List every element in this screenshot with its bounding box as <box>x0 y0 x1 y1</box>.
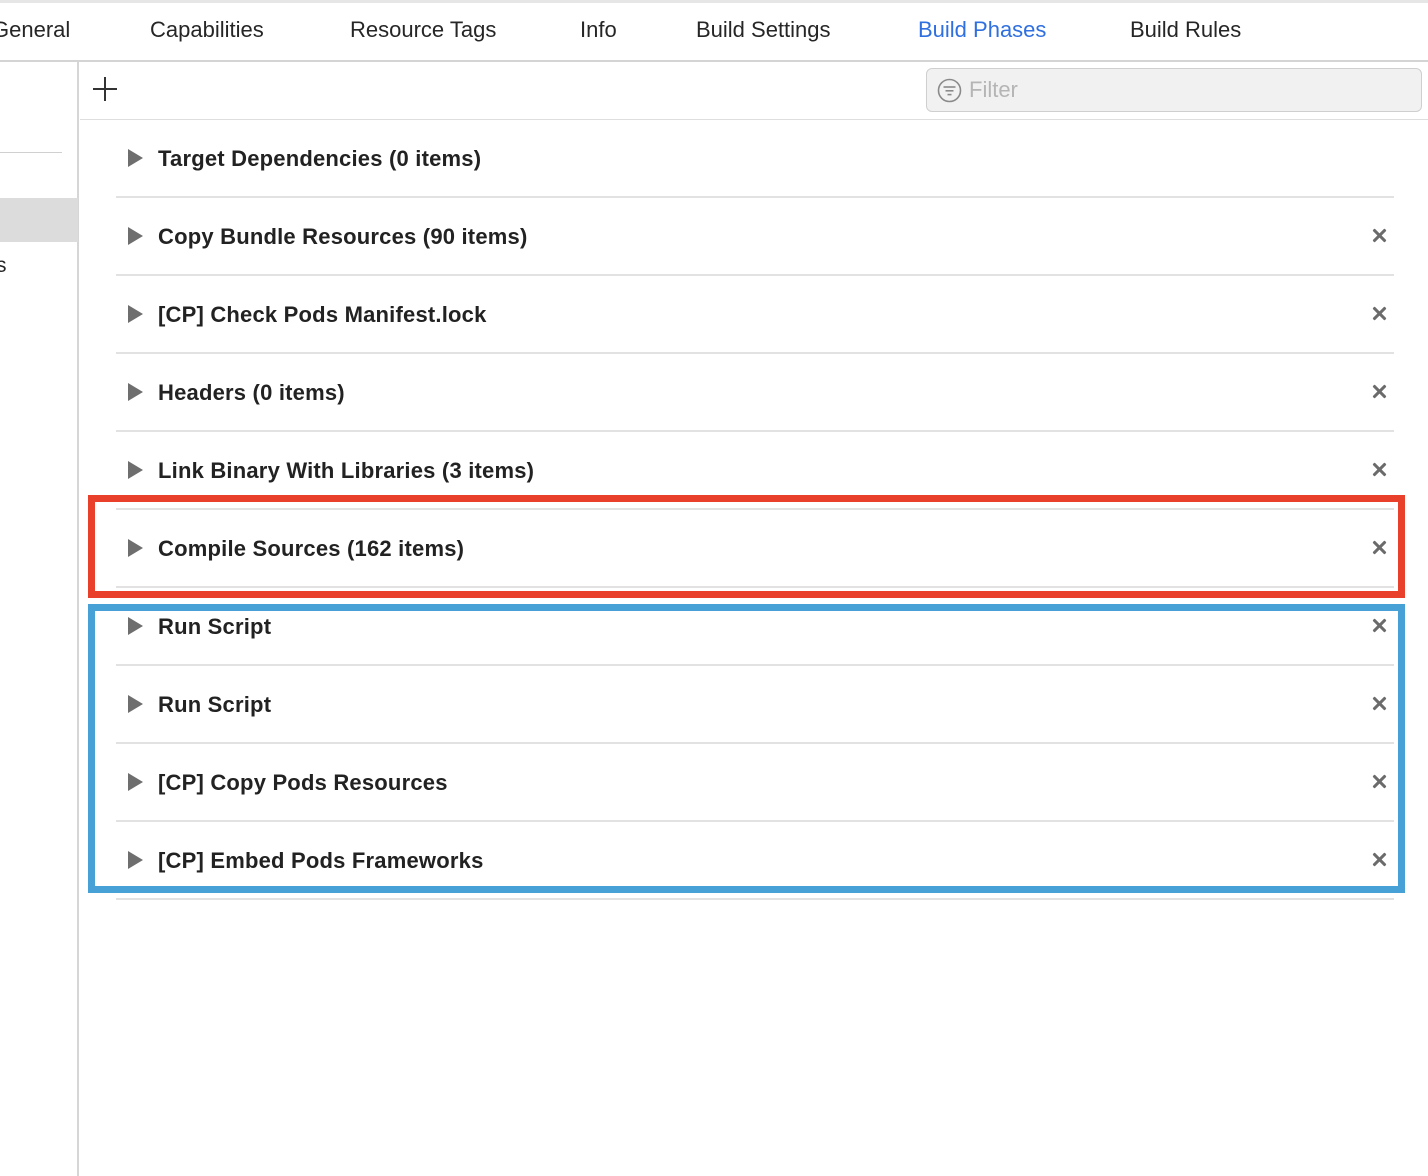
tab-capabilities[interactable]: Capabilities <box>150 17 264 43</box>
phase-label: Run Script <box>158 614 272 639</box>
phase-label: Copy Bundle Resources (90 items) <box>158 224 528 249</box>
close-icon[interactable] <box>1370 538 1390 558</box>
phase-copy-bundle-resources[interactable]: Copy Bundle Resources (90 items) <box>116 198 1394 276</box>
sidebar-item-label[interactable]: s <box>0 254 8 278</box>
sidebar-item-selected[interactable] <box>0 198 78 242</box>
close-icon[interactable] <box>1370 460 1390 480</box>
disclosure-triangle-icon[interactable] <box>128 461 143 479</box>
phase-label: Link Binary With Libraries (3 items) <box>158 458 535 483</box>
plus-icon[interactable] <box>92 76 118 102</box>
phase-label: [CP] Check Pods Manifest.lock <box>158 302 487 327</box>
disclosure-triangle-icon[interactable] <box>128 305 143 323</box>
phase-label: Headers (0 items) <box>158 380 345 405</box>
filter-field[interactable] <box>926 68 1422 112</box>
disclosure-triangle-icon[interactable] <box>128 851 143 869</box>
tab-resource-tags[interactable]: Resource Tags <box>350 17 496 43</box>
phase-target-dependencies[interactable]: Target Dependencies (0 items) <box>116 120 1394 198</box>
sidebar-divider <box>0 152 62 153</box>
disclosure-triangle-icon[interactable] <box>128 149 143 167</box>
close-icon[interactable] <box>1370 772 1390 792</box>
phase-run-script-1[interactable]: Run Script <box>116 588 1394 666</box>
targets-sidebar: s <box>0 62 79 1176</box>
close-icon[interactable] <box>1370 304 1390 324</box>
tab-build-phases[interactable]: Build Phases <box>918 17 1046 43</box>
phase-link-binary[interactable]: Link Binary With Libraries (3 items) <box>116 432 1394 510</box>
tab-build-settings[interactable]: Build Settings <box>696 17 831 43</box>
close-icon[interactable] <box>1370 226 1390 246</box>
disclosure-triangle-icon[interactable] <box>128 227 143 245</box>
tab-info[interactable]: Info <box>580 17 617 43</box>
disclosure-triangle-icon[interactable] <box>128 539 143 557</box>
tab-general[interactable]: General <box>0 17 70 43</box>
phase-run-script-2[interactable]: Run Script <box>116 666 1394 744</box>
disclosure-triangle-icon[interactable] <box>128 773 143 791</box>
disclosure-triangle-icon[interactable] <box>128 617 143 635</box>
phase-label: Run Script <box>158 692 272 717</box>
tab-build-rules[interactable]: Build Rules <box>1130 17 1241 43</box>
phase-headers[interactable]: Headers (0 items) <box>116 354 1394 432</box>
phase-label: [CP] Copy Pods Resources <box>158 770 448 795</box>
close-icon[interactable] <box>1370 616 1390 636</box>
tab-bar: General Capabilities Resource Tags Info … <box>0 0 1428 62</box>
phase-label: Target Dependencies (0 items) <box>158 146 482 171</box>
close-icon[interactable] <box>1370 382 1390 402</box>
phase-embed-pods-frameworks[interactable]: [CP] Embed Pods Frameworks <box>116 822 1394 900</box>
phase-compile-sources[interactable]: Compile Sources (162 items) <box>116 510 1394 588</box>
phase-check-pods-manifest[interactable]: [CP] Check Pods Manifest.lock <box>116 276 1394 354</box>
filter-input[interactable] <box>969 73 1409 107</box>
phase-label: [CP] Embed Pods Frameworks <box>158 848 484 873</box>
disclosure-triangle-icon[interactable] <box>128 695 143 713</box>
disclosure-triangle-icon[interactable] <box>128 383 143 401</box>
phase-copy-pods-resources[interactable]: [CP] Copy Pods Resources <box>116 744 1394 822</box>
filter-icon <box>937 78 962 103</box>
close-icon[interactable] <box>1370 850 1390 870</box>
close-icon[interactable] <box>1370 694 1390 714</box>
phases-toolbar <box>80 62 1428 120</box>
phase-label: Compile Sources (162 items) <box>158 536 465 561</box>
build-phases-list: Target Dependencies (0 items) Copy Bundl… <box>116 120 1394 900</box>
